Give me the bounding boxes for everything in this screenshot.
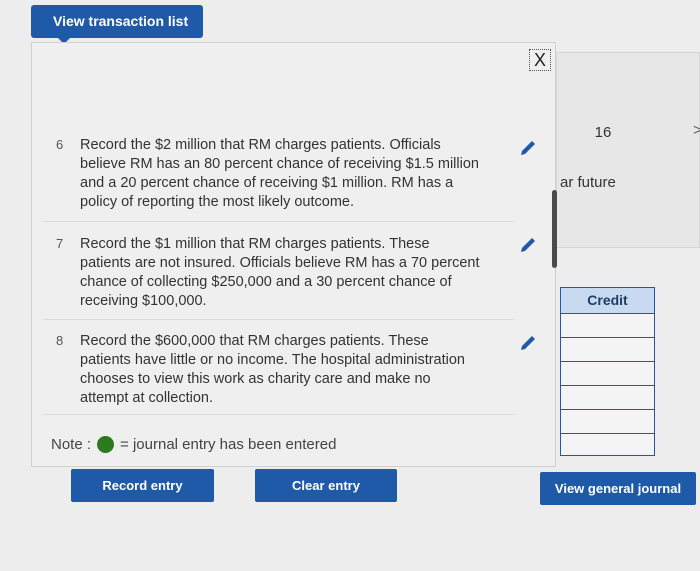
row-number: 8 [56, 333, 64, 348]
credit-cell[interactable] [561, 410, 654, 434]
row-number: 6 [56, 137, 64, 152]
credit-column: Credit [560, 287, 655, 456]
scrollbar-thumb[interactable] [552, 190, 557, 268]
close-icon[interactable]: X [529, 49, 551, 71]
row-description: Record the $1 million that RM charges pa… [80, 236, 480, 309]
background-number: 16 [594, 124, 612, 141]
note-prefix: Note : [51, 436, 92, 453]
transaction-row-7: 7 Record the $1 million that RM charges … [43, 222, 514, 320]
edit-pencil-icon[interactable] [518, 333, 538, 353]
credit-cell[interactable] [561, 434, 654, 458]
transaction-row-6: 6 Record the $2 million that RM charges … [43, 129, 514, 222]
background-panel [556, 52, 700, 248]
note-suffix: = journal entry has been entered [120, 436, 337, 453]
credit-header: Credit [561, 288, 654, 314]
edit-pencil-icon[interactable] [518, 235, 538, 255]
view-general-journal-button[interactable]: View general journal [540, 472, 696, 505]
clear-entry-button[interactable]: Clear entry [255, 469, 397, 502]
transaction-row-8: 8 Record the $600,000 that RM charges pa… [43, 320, 514, 415]
edit-pencil-icon[interactable] [518, 138, 538, 158]
credit-cell[interactable] [561, 314, 654, 338]
row-description: Record the $2 million that RM charges pa… [80, 137, 479, 210]
row-description: Record the $600,000 that RM charges pati… [80, 333, 466, 406]
row-number: 7 [56, 236, 64, 251]
note-legend: Note : = journal entry has been entered [51, 436, 336, 453]
credit-cell[interactable] [561, 386, 654, 410]
view-transaction-list-button[interactable]: View transaction list [31, 5, 203, 38]
credit-cell[interactable] [561, 338, 654, 362]
background-text-fragment: ar future [560, 174, 616, 191]
entered-indicator-dot [97, 436, 115, 453]
next-arrow-icon[interactable]: > [693, 122, 700, 140]
record-entry-button[interactable]: Record entry [71, 469, 214, 502]
credit-cell[interactable] [561, 362, 654, 386]
